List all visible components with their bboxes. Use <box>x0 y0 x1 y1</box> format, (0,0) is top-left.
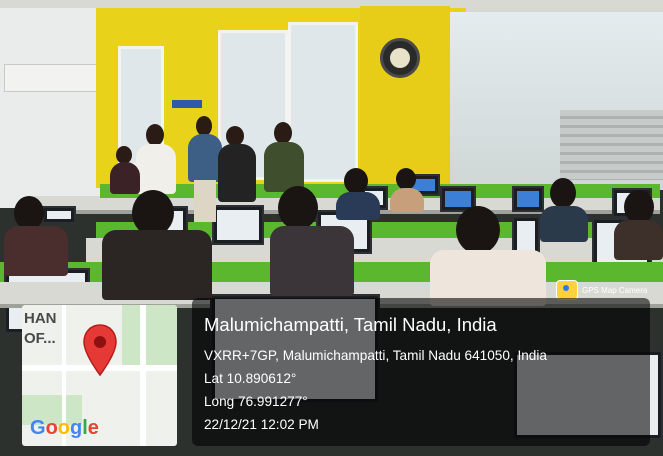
person-seated <box>390 168 424 212</box>
google-logo-letter: g <box>70 417 83 439</box>
wall-sign <box>172 100 202 108</box>
location-map-thumbnail: HAN OF... Google <box>22 305 177 446</box>
person-seated <box>102 190 212 300</box>
gps-map-camera-badge: GPS Map Camera <box>556 280 647 300</box>
gps-map-camera-icon <box>556 280 578 300</box>
location-title: Malumichampatti, Tamil Nadu, India <box>204 314 497 335</box>
latitude: Lat 10.890612° <box>204 371 297 386</box>
google-logo-letter: e <box>87 417 99 439</box>
location-address: VXRR+7GP, Malumichampatti, Tamil Nadu 64… <box>204 348 547 363</box>
person-standing <box>262 122 306 192</box>
gps-badge-label: GPS Map Camera <box>582 285 648 295</box>
wall-clock-icon <box>380 38 420 78</box>
person-standing <box>216 126 258 202</box>
location-info-panel: Malumichampatti, Tamil Nadu, India VXRR+… <box>192 298 650 446</box>
left-wall <box>0 8 100 208</box>
person-seated <box>540 178 588 242</box>
computer-lab-photo: HAN OF... Google GPS Map Camera Malumich… <box>0 0 663 456</box>
person-seated <box>4 196 68 276</box>
stairs <box>560 110 663 180</box>
person-seated <box>430 206 546 306</box>
person-standing <box>134 124 180 194</box>
person-standing <box>110 146 140 194</box>
person-seated <box>336 168 380 220</box>
google-logo: Google <box>30 417 99 440</box>
longitude: Long 76.991277° <box>204 394 308 409</box>
location-pin-icon <box>83 324 117 377</box>
google-logo-letter: G <box>30 417 46 439</box>
google-logo-letter: o <box>57 417 70 439</box>
map-place-label: HAN OF... <box>24 310 57 347</box>
yellow-pillar <box>360 6 450 190</box>
google-logo-letter: o <box>45 417 58 439</box>
date-time: 22/12/21 12:02 PM <box>204 417 319 432</box>
air-conditioner <box>4 64 98 92</box>
person-seated <box>614 190 663 260</box>
